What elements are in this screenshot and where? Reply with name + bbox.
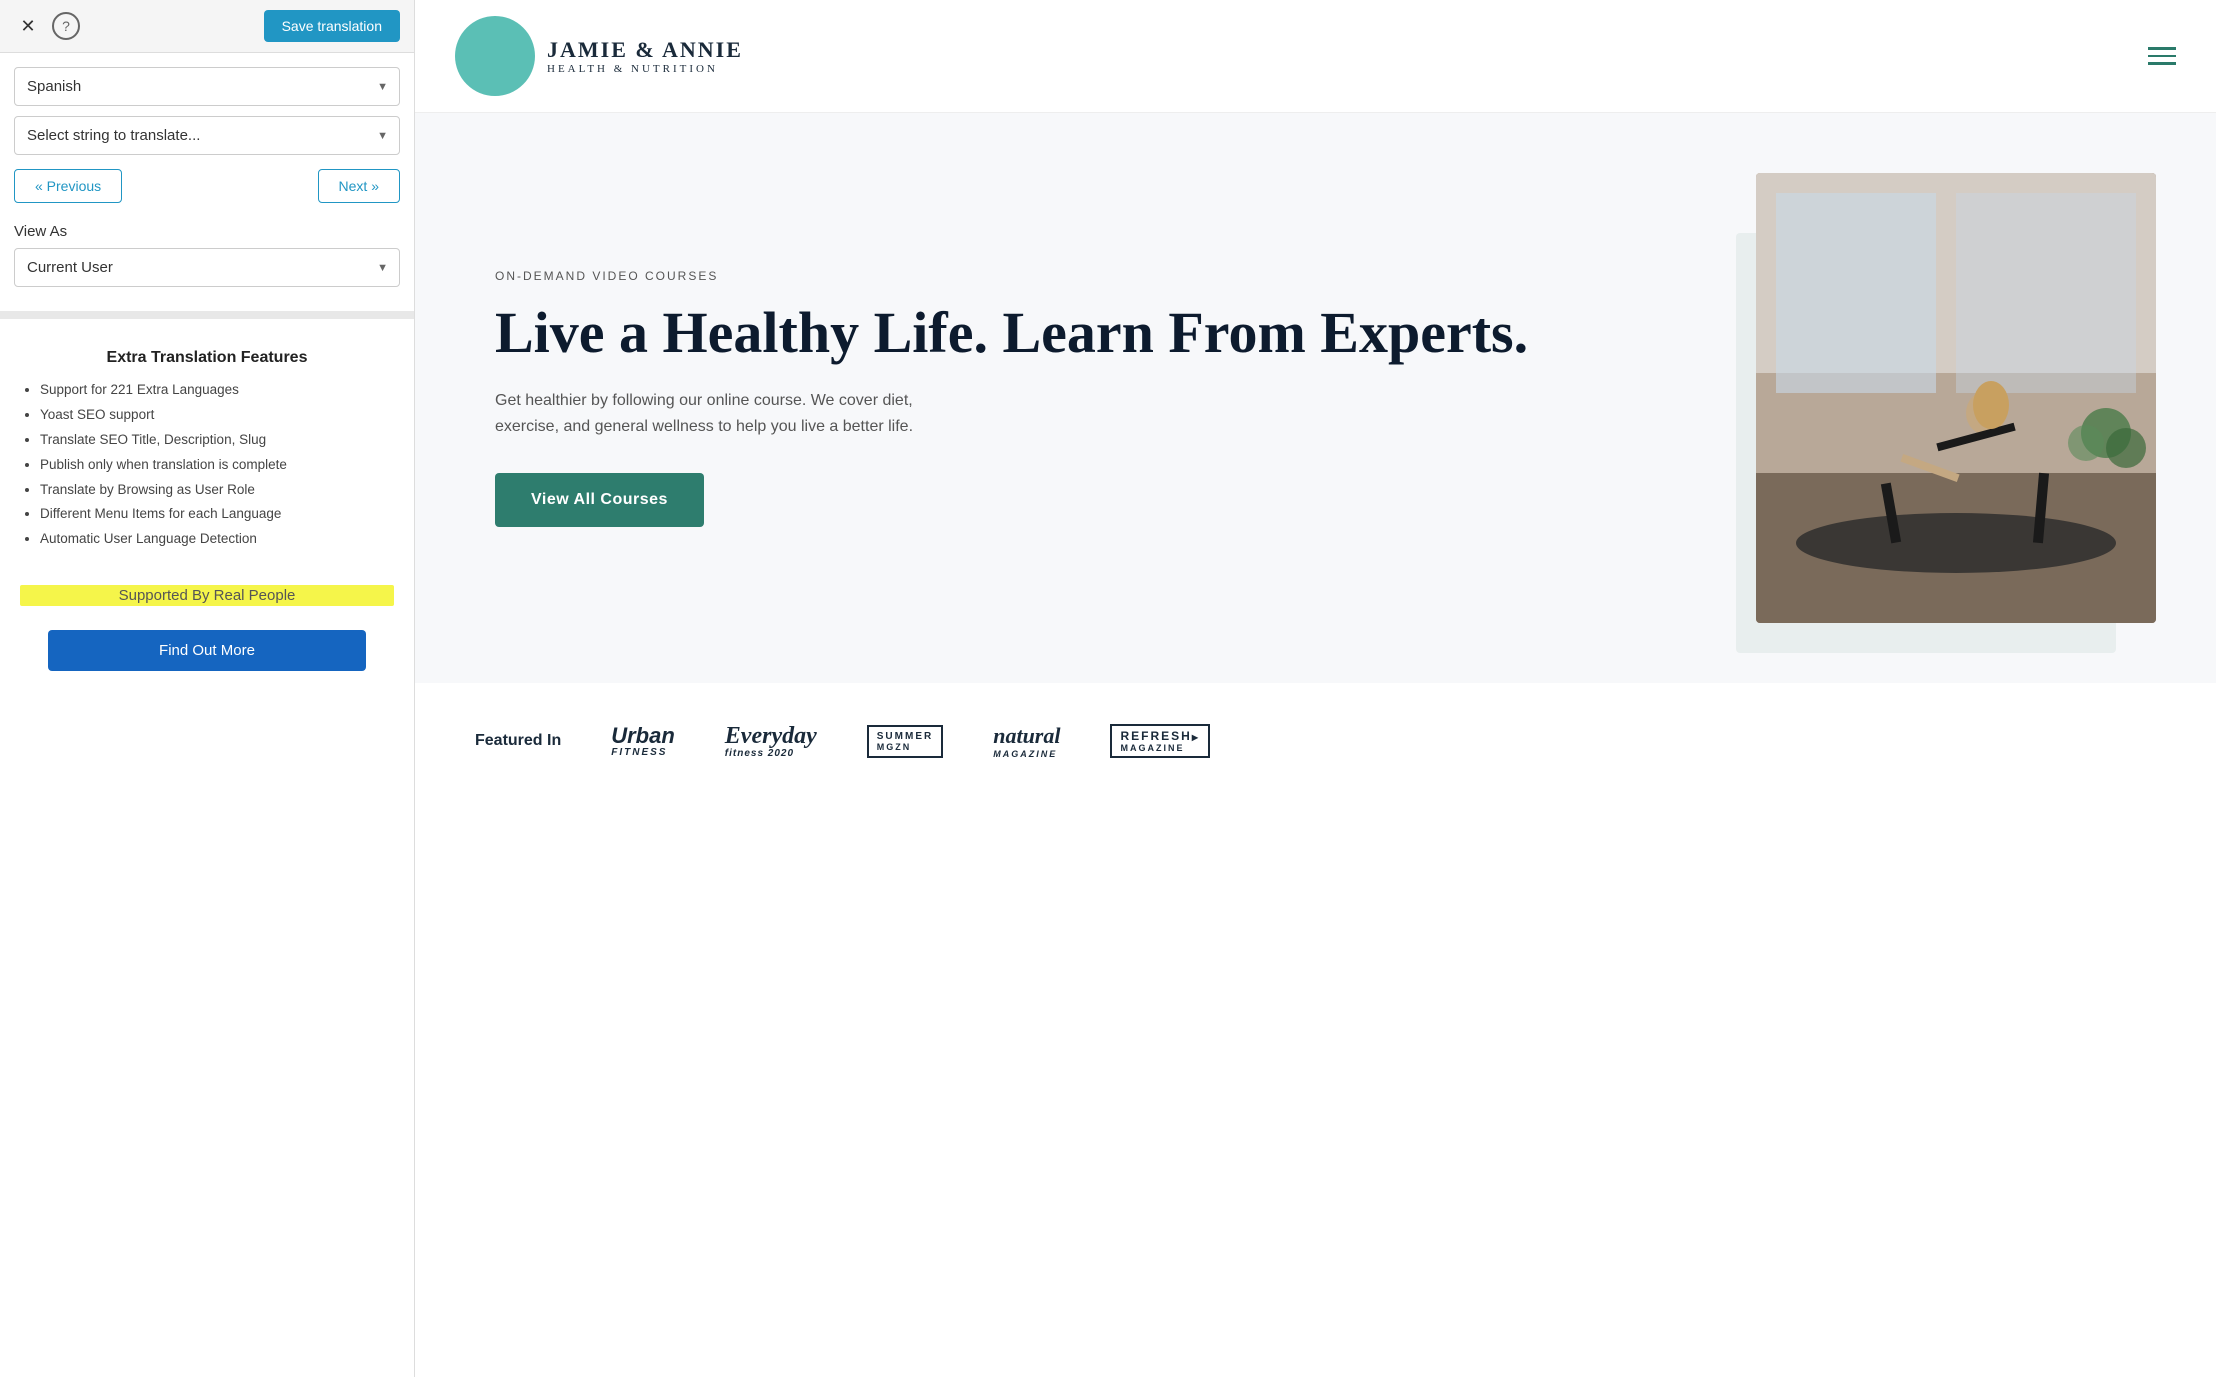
list-item: Publish only when translation is complet… (40, 456, 394, 475)
list-item: Translate SEO Title, Description, Slug (40, 431, 394, 450)
list-item: Automatic User Language Detection (40, 530, 394, 549)
hero-subtext: Get healthier by following our online co… (495, 388, 915, 439)
find-out-more-button[interactable]: Find Out More (48, 630, 366, 671)
thick-divider (0, 311, 414, 319)
save-translation-button[interactable]: Save translation (264, 10, 400, 42)
string-select-wrapper: Select string to translate... (14, 116, 400, 155)
logo-circle (455, 16, 535, 96)
featured-logo-urban: Urban fitness (611, 725, 675, 758)
site-header: JAMIE & ANNIE HEALTH & NUTRITION (415, 0, 2216, 113)
featured-section: Featured In Urban fitness Everyday fitne… (415, 683, 2216, 799)
controls-area: Spanish French German Select string to t… (0, 53, 414, 217)
featured-logos: Urban fitness Everyday fitness 2020 SUMM… (611, 723, 1210, 759)
language-select-wrapper: Spanish French German (14, 67, 400, 106)
top-bar: ✕ ? Save translation (0, 0, 414, 53)
hero-section: ON-DEMAND VIDEO COURSES Live a Healthy L… (415, 113, 2216, 683)
extra-features-title: Extra Translation Features (20, 349, 394, 367)
logo-text: JAMIE & ANNIE HEALTH & NUTRITION (547, 37, 743, 75)
logo-area: JAMIE & ANNIE HEALTH & NUTRITION (455, 16, 743, 96)
featured-label: Featured In (475, 732, 561, 750)
featured-logo-natural: natural magazine (993, 723, 1060, 759)
main-content: JAMIE & ANNIE HEALTH & NUTRITION ON-DEMA… (415, 0, 2216, 1377)
brand-name: JAMIE & ANNIE (547, 37, 743, 63)
hamburger-line (2148, 47, 2176, 50)
string-select[interactable]: Select string to translate... (14, 116, 400, 155)
help-button[interactable]: ? (52, 12, 80, 40)
view-all-courses-button[interactable]: View All Courses (495, 473, 704, 527)
view-as-label: View As (14, 223, 400, 240)
featured-logo-refresh: REFRESH▶ MAGAZINE (1110, 724, 1210, 758)
supported-wrapper: Supported By Real People (20, 567, 394, 618)
view-as-section: View As Current User Subscriber Editor A… (0, 217, 414, 301)
hamburger-line (2148, 62, 2176, 65)
supported-by-text: Supported By Real People (20, 585, 394, 606)
hamburger-line (2148, 55, 2176, 58)
hero-text: ON-DEMAND VIDEO COURSES Live a Healthy L… (495, 269, 1716, 528)
extra-features-section: Extra Translation Features Support for 2… (0, 329, 414, 687)
close-button[interactable]: ✕ (14, 12, 42, 40)
left-panel: ✕ ? Save translation Spanish French Germ… (0, 0, 415, 1377)
next-button[interactable]: Next » (318, 169, 400, 203)
list-item: Translate by Browsing as User Role (40, 481, 394, 500)
featured-logo-everyday: Everyday fitness 2020 (725, 724, 817, 759)
current-user-select-wrapper: Current User Subscriber Editor Administr… (14, 248, 400, 287)
nav-buttons: « Previous Next » (14, 169, 400, 203)
hero-image-area (1756, 173, 2156, 623)
list-item: Support for 221 Extra Languages (40, 381, 394, 400)
extra-features-list: Support for 221 Extra Languages Yoast SE… (20, 381, 394, 549)
language-select[interactable]: Spanish French German (14, 67, 400, 106)
hero-eyebrow: ON-DEMAND VIDEO COURSES (495, 269, 1716, 283)
list-item: Different Menu Items for each Language (40, 505, 394, 524)
hero-headline: Live a Healthy Life. Learn From Experts. (495, 301, 1716, 365)
current-user-select[interactable]: Current User Subscriber Editor Administr… (14, 248, 400, 287)
hero-image (1756, 173, 2156, 623)
hamburger-button[interactable] (2148, 47, 2176, 65)
featured-logo-summer: SUMMER MGZN (867, 725, 943, 758)
list-item: Yoast SEO support (40, 406, 394, 425)
previous-button[interactable]: « Previous (14, 169, 122, 203)
brand-sub: HEALTH & NUTRITION (547, 63, 743, 75)
